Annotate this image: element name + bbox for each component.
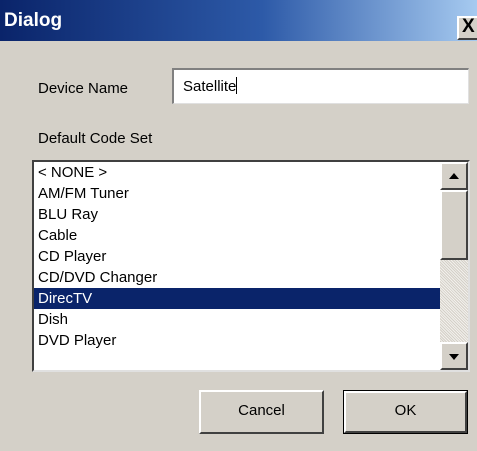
scroll-down-button[interactable]: [440, 342, 468, 370]
code-set-item[interactable]: DVD Player: [34, 330, 440, 351]
code-set-item[interactable]: DirecTV: [34, 288, 440, 309]
text-caret: [236, 77, 238, 94]
code-set-item[interactable]: Dish: [34, 309, 440, 330]
ok-button[interactable]: OK: [343, 390, 468, 434]
scrollbar-thumb[interactable]: [440, 190, 468, 260]
code-set-listbox[interactable]: < NONE > AM/FM Tuner BLU Ray Cable CD Player…: [32, 160, 470, 372]
title-bar[interactable]: Dialog X: [0, 0, 477, 41]
scroll-up-button[interactable]: [440, 162, 468, 190]
ok-button-label: OK: [344, 391, 467, 433]
code-set-items: < NONE > AM/FM Tuner BLU Ray Cable CD Player…: [34, 162, 440, 351]
device-name-input[interactable]: Satellite: [172, 68, 469, 104]
device-name-label: Device Name: [38, 80, 129, 97]
code-set-item[interactable]: AM/FM Tuner: [34, 183, 440, 204]
close-button[interactable]: X: [457, 16, 477, 40]
code-set-item[interactable]: CD Player: [34, 246, 440, 267]
cancel-button[interactable]: Cancel: [199, 390, 324, 434]
default-code-set-label: Default Code Set: [38, 130, 153, 147]
scroll-up-arrow-icon: [449, 173, 459, 179]
dialog-window: Dialog X Device Name Satellite Default C…: [0, 0, 477, 451]
code-set-item[interactable]: < NONE >: [34, 162, 440, 183]
code-set-item[interactable]: BLU Ray: [34, 204, 440, 225]
close-icon: X: [462, 16, 475, 37]
scroll-down-arrow-icon: [449, 354, 459, 360]
vertical-scrollbar[interactable]: [440, 162, 468, 370]
device-name-value: Satellite: [183, 78, 237, 95]
code-set-item[interactable]: Cable: [34, 225, 440, 246]
code-set-item[interactable]: CD/DVD Changer: [34, 267, 440, 288]
dialog-title: Dialog: [4, 10, 63, 31]
